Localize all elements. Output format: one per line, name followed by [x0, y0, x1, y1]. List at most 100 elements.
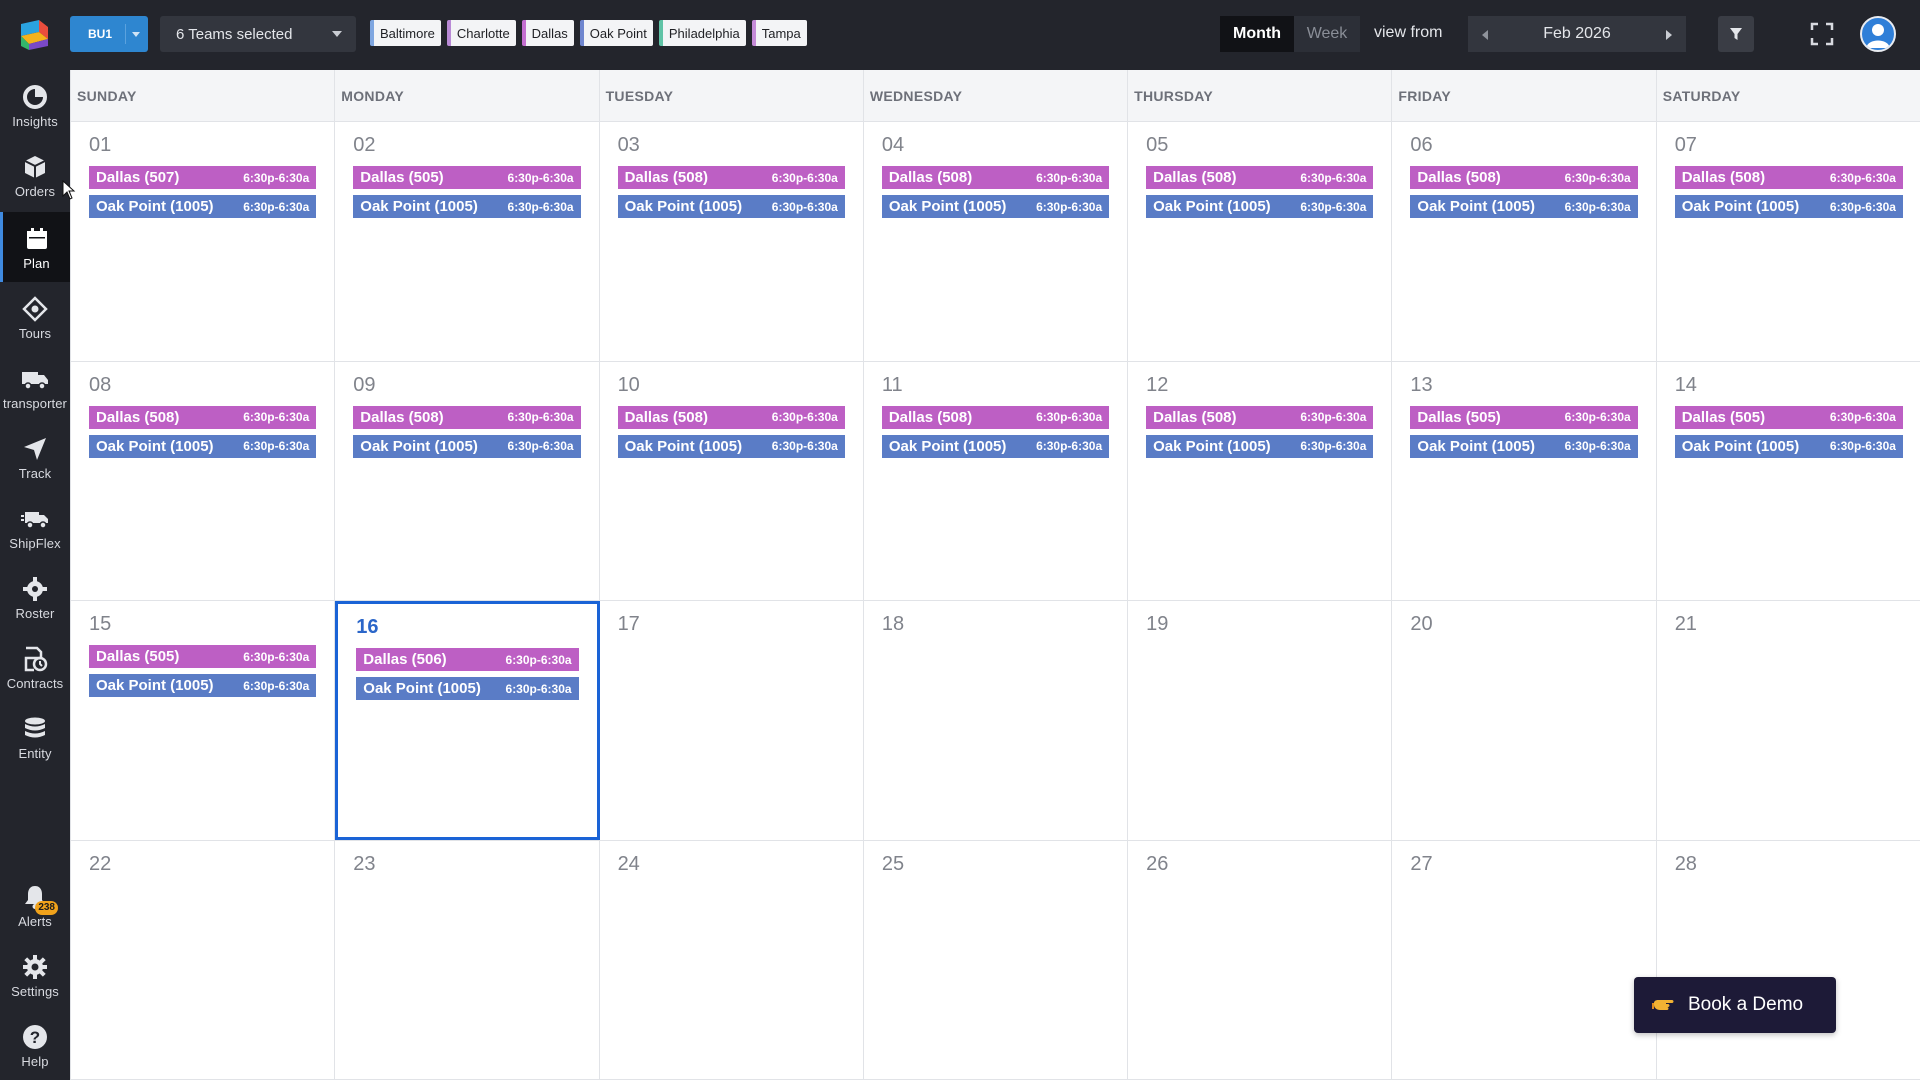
shift-event-dallas[interactable]: Dallas (508) 6:30p-6:30a: [1146, 166, 1374, 189]
app-logo[interactable]: [17, 18, 51, 52]
day-cell[interactable]: 15 Dallas (505) 6:30p-6:30a Oak Point (1005…: [71, 601, 336, 840]
day-cell[interactable]: 12 Dallas (508) 6:30p-6:30a Oak Point (1005…: [1128, 361, 1393, 600]
day-cell[interactable]: 07 Dallas (508) 6:30p-6:30a Oak Point (1005…: [1657, 122, 1920, 361]
shift-event-dallas[interactable]: Dallas (507) 6:30p-6:30a: [89, 166, 317, 189]
day-cell[interactable]: 11 Dallas (508) 6:30p-6:30a Oak Point (1005…: [864, 361, 1129, 600]
sidebar-item-roster[interactable]: Roster: [0, 562, 70, 632]
event-name: Oak Point (1005): [1417, 437, 1535, 455]
shift-event-dallas[interactable]: Dallas (508) 6:30p-6:30a: [617, 166, 845, 189]
shift-event-oak[interactable]: Oak Point (1005) 6:30p-6:30a: [1674, 195, 1903, 218]
day-cell[interactable]: 08 Dallas (508) 6:30p-6:30a Oak Point (1005…: [71, 361, 336, 600]
day-cell[interactable]: 10 Dallas (508) 6:30p-6:30a Oak Point (1005…: [600, 361, 864, 600]
shift-event-dallas[interactable]: Dallas (508) 6:30p-6:30a: [353, 405, 581, 429]
sidebar-item-plan[interactable]: Plan: [0, 212, 70, 282]
shift-event-oak[interactable]: Oak Point (1005) 6:30p-6:30a: [1410, 434, 1638, 458]
shift-event-dallas[interactable]: Dallas (505) 6:30p-6:30a: [1410, 405, 1638, 429]
teams-select[interactable]: 6 Teams selected: [160, 16, 356, 52]
day-cell[interactable]: 27: [1392, 840, 1657, 1079]
shift-event-oak[interactable]: Oak Point (1005) 6:30p-6:30a: [1146, 434, 1374, 458]
day-cell[interactable]: 17: [600, 601, 864, 840]
user-avatar[interactable]: [1860, 16, 1896, 52]
next-period-icon[interactable]: [1666, 30, 1672, 40]
day-cell[interactable]: 01 Dallas (507) 6:30p-6:30a Oak Point (1005…: [71, 122, 336, 361]
shift-event-oak[interactable]: Oak Point (1005) 6:30p-6:30a: [356, 677, 579, 700]
shift-event-oak[interactable]: Oak Point (1005) 6:30p-6:30a: [89, 434, 317, 458]
day-cell-today[interactable]: 16 Dallas (506) 6:30p-6:30a Oak Point (1005…: [335, 601, 600, 840]
day-number: 23: [353, 852, 376, 875]
day-header: THURSDAY: [1128, 70, 1393, 122]
day-cell[interactable]: 24: [600, 840, 864, 1079]
shift-event-dallas[interactable]: Dallas (508) 6:30p-6:30a: [1674, 166, 1903, 189]
day-cell[interactable]: 14 Dallas (505) 6:30p-6:30a Oak Point (1005…: [1657, 362, 1920, 601]
day-cell[interactable]: 28: [1657, 841, 1920, 1080]
prev-period-icon[interactable]: [1482, 30, 1488, 40]
shift-event-oak[interactable]: Oak Point (1005) 6:30p-6:30a: [1674, 434, 1903, 458]
shift-event-oak[interactable]: Oak Point (1005) 6:30p-6:30a: [881, 195, 1110, 218]
day-cell[interactable]: 18: [864, 601, 1129, 840]
day-cell[interactable]: 21: [1657, 601, 1920, 840]
shift-event-dallas[interactable]: Dallas (505) 6:30p-6:30a: [1674, 405, 1903, 429]
shift-event-oak[interactable]: Oak Point (1005) 6:30p-6:30a: [617, 434, 845, 458]
sidebar-item-contracts[interactable]: Contracts: [0, 632, 70, 702]
sidebar-item-insights[interactable]: Insights: [0, 70, 70, 140]
sidebar-item-orders[interactable]: Orders: [0, 140, 70, 210]
chevron-down-icon: [332, 31, 342, 37]
shift-event-dallas[interactable]: Dallas (505) 6:30p-6:30a: [353, 166, 581, 189]
day-cell[interactable]: 06 Dallas (508) 6:30p-6:30a Oak Point (1005…: [1392, 122, 1657, 361]
event-time: 6:30p-6:30a: [771, 170, 838, 185]
day-cell[interactable]: 22: [71, 840, 336, 1079]
shift-event-oak[interactable]: Oak Point (1005) 6:30p-6:30a: [353, 195, 581, 218]
team-chip-baltimore[interactable]: Baltimore: [370, 20, 441, 46]
sidebar-item-shipflex[interactable]: ShipFlex: [0, 492, 70, 562]
fullscreen-button[interactable]: [1808, 20, 1836, 48]
shift-event-oak[interactable]: Oak Point (1005) 6:30p-6:30a: [881, 434, 1110, 458]
shift-event-dallas[interactable]: Dallas (508) 6:30p-6:30a: [881, 405, 1110, 429]
sidebar-item-settings[interactable]: Settings: [0, 940, 70, 1010]
team-chip-oak-point[interactable]: Oak Point: [579, 20, 653, 46]
day-cell[interactable]: 04 Dallas (508) 6:30p-6:30a Oak Point (1005…: [864, 122, 1129, 361]
sidebar-item-track[interactable]: Track: [0, 422, 70, 492]
shift-event-dallas[interactable]: Dallas (506) 6:30p-6:30a: [356, 648, 579, 671]
team-chip-dallas[interactable]: Dallas: [521, 20, 574, 46]
team-chip-charlotte[interactable]: Charlotte: [446, 20, 516, 46]
shift-event-dallas[interactable]: Dallas (508) 6:30p-6:30a: [1410, 166, 1638, 189]
team-chip-philadelphia[interactable]: Philadelphia: [658, 20, 746, 46]
sidebar-item-label: Plan: [23, 255, 50, 271]
day-cell[interactable]: 03 Dallas (508) 6:30p-6:30a Oak Point (1005…: [600, 122, 864, 361]
sidebar-item-alerts[interactable]: 238 Alerts: [0, 870, 70, 940]
book-demo-button[interactable]: Book a Demo: [1634, 977, 1836, 1033]
day-cell[interactable]: 09 Dallas (508) 6:30p-6:30a Oak Point (1005…: [335, 361, 600, 600]
day-cell[interactable]: 26: [1128, 840, 1393, 1079]
event-name: Dallas (508): [1417, 169, 1501, 186]
view-week-button[interactable]: Week: [1294, 16, 1360, 52]
shift-event-oak[interactable]: Oak Point (1005) 6:30p-6:30a: [1410, 195, 1638, 218]
shift-event-dallas[interactable]: Dallas (508) 6:30p-6:30a: [89, 405, 317, 429]
sidebar-item-help[interactable]: ? Help: [0, 1010, 70, 1080]
sidebar-item-entity[interactable]: Entity: [0, 702, 70, 772]
day-cell[interactable]: 05 Dallas (508) 6:30p-6:30a Oak Point (1005…: [1128, 122, 1393, 361]
business-unit-dropdown[interactable]: BU1: [70, 16, 148, 52]
event-time: 6:30p-6:30a: [243, 410, 310, 424]
shift-event-oak[interactable]: Oak Point (1005) 6:30p-6:30a: [353, 434, 581, 458]
sidebar-item-tours[interactable]: Tours: [0, 282, 70, 352]
filter-button[interactable]: [1718, 16, 1754, 52]
team-chip-tampa[interactable]: Tampa: [751, 20, 807, 46]
day-cell[interactable]: 13 Dallas (505) 6:30p-6:30a Oak Point (1005…: [1392, 361, 1657, 600]
sidebar-item-transporter[interactable]: transporter: [0, 352, 70, 422]
shift-event-dallas[interactable]: Dallas (508) 6:30p-6:30a: [617, 405, 845, 429]
day-cell[interactable]: 25: [864, 840, 1129, 1079]
day-cell[interactable]: 23: [335, 840, 600, 1079]
shift-event-oak[interactable]: Oak Point (1005) 6:30p-6:30a: [1146, 195, 1374, 218]
shift-event-dallas[interactable]: Dallas (505) 6:30p-6:30a: [89, 645, 317, 668]
shift-event-oak[interactable]: Oak Point (1005) 6:30p-6:30a: [89, 674, 317, 697]
event-name: Dallas (508): [888, 169, 973, 186]
view-month-button[interactable]: Month: [1220, 16, 1294, 52]
day-cell[interactable]: 20: [1392, 601, 1657, 840]
shift-event-dallas[interactable]: Dallas (508) 6:30p-6:30a: [881, 166, 1110, 189]
day-cell[interactable]: 19: [1128, 601, 1393, 840]
current-period[interactable]: Feb 2026: [1543, 25, 1611, 43]
shift-event-dallas[interactable]: Dallas (508) 6:30p-6:30a: [1146, 405, 1374, 429]
shift-event-oak[interactable]: Oak Point (1005) 6:30p-6:30a: [617, 195, 845, 218]
day-cell[interactable]: 02 Dallas (505) 6:30p-6:30a Oak Point (1005…: [335, 122, 600, 361]
shift-event-oak[interactable]: Oak Point (1005) 6:30p-6:30a: [89, 195, 317, 218]
